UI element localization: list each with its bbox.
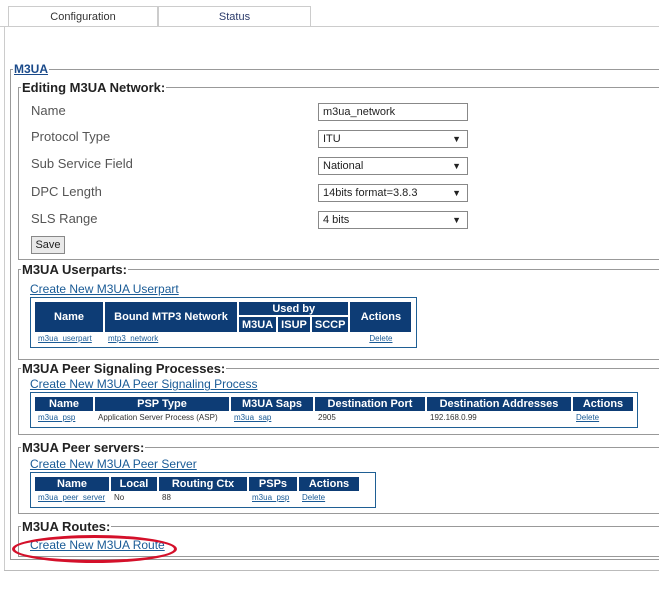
col-actions: Actions: [299, 477, 359, 491]
col-destination-addresses: Destination Addresses: [427, 397, 571, 411]
create-userpart-link[interactable]: Create New M3UA Userpart: [30, 282, 179, 296]
highlight-ellipse: [12, 535, 177, 563]
col-m3ua-saps: M3UA Saps: [231, 397, 313, 411]
protocol-type-label: Protocol Type: [31, 129, 111, 144]
delete-psp-link[interactable]: Delete: [576, 413, 599, 422]
sccp-cell: [312, 334, 349, 343]
chevron-down-icon: ▼: [452, 188, 461, 198]
table-row: m3ua_peer_server No 88 m3ua_psp Delete: [35, 493, 359, 502]
peer-processes-table: Name PSP Type M3UA Saps Destination Port…: [30, 392, 638, 428]
userparts-table: Name Bound MTP3 Network Used by Actions …: [30, 297, 417, 348]
sls-range-select[interactable]: 4 bits ▼: [318, 211, 468, 229]
m3ua-legend[interactable]: M3UA: [13, 62, 49, 76]
userparts-legend: M3UA Userparts:: [22, 262, 127, 277]
server-name-link[interactable]: m3ua_peer_server: [38, 493, 105, 502]
peer-processes-legend: M3UA Peer Signaling Processes:: [22, 361, 226, 376]
col-psp-type: PSP Type: [95, 397, 229, 411]
sls-range-value: 4 bits: [323, 214, 350, 226]
peer-servers-table: Name Local Routing Ctx PSPs Actions m3ua…: [30, 472, 376, 508]
tab-divider: [0, 26, 659, 27]
col-sccp: SCCP: [311, 317, 349, 332]
delete-userpart-link[interactable]: Delete: [369, 334, 392, 343]
sub-service-value: National: [323, 160, 364, 172]
create-peer-process-link[interactable]: Create New M3UA Peer Signaling Process: [30, 377, 257, 391]
chevron-down-icon: ▼: [452, 215, 461, 225]
col-psps: PSPs: [249, 477, 297, 491]
name-label: Name: [31, 103, 66, 118]
table-row: m3ua_userpart mtp3_network Delete: [35, 334, 411, 343]
col-local: Local: [111, 477, 157, 491]
dpc-length-select[interactable]: 14bits format=3.8.3 ▼: [318, 184, 468, 202]
dpc-length-label: DPC Length: [31, 184, 102, 199]
col-m3ua: M3UA: [239, 317, 277, 332]
col-actions: Actions: [350, 302, 412, 332]
dpc-length-value: 14bits format=3.8.3: [323, 187, 418, 199]
pane-border-bottom: [4, 570, 659, 571]
bound-network-link[interactable]: mtp3_network: [108, 334, 158, 343]
address-cell: 192.168.0.99: [430, 413, 477, 422]
protocol-type-value: ITU: [323, 133, 341, 145]
sls-range-label: SLS Range: [31, 211, 98, 226]
col-actions: Actions: [573, 397, 633, 411]
m3ua-cell: [239, 334, 276, 343]
name-input[interactable]: m3ua_network: [318, 103, 468, 121]
create-peer-server-link[interactable]: Create New M3UA Peer Server: [30, 457, 197, 471]
col-name: Name: [35, 397, 93, 411]
table-row: m3ua_psp Application Server Process (ASP…: [35, 413, 633, 422]
chevron-down-icon: ▼: [452, 134, 461, 144]
sub-service-select[interactable]: National ▼: [318, 157, 468, 175]
chevron-down-icon: ▼: [452, 161, 461, 171]
sub-service-label: Sub Service Field: [31, 156, 133, 171]
pane-border-left: [4, 27, 5, 571]
col-name: Name: [35, 477, 109, 491]
routes-legend: M3UA Routes:: [22, 519, 111, 534]
psp-name-link[interactable]: m3ua_psp: [38, 413, 75, 422]
col-bound-network: Bound MTP3 Network: [105, 302, 237, 332]
edit-network-legend: Editing M3UA Network:: [22, 80, 166, 95]
col-used-by: Used by: [239, 302, 349, 316]
tab-status[interactable]: Status: [158, 6, 311, 27]
col-name: Name: [35, 302, 103, 332]
local-cell: No: [114, 493, 125, 502]
routing-cell: 88: [162, 493, 171, 502]
sap-link[interactable]: m3ua_sap: [234, 413, 271, 422]
tab-configuration[interactable]: Configuration: [8, 6, 158, 27]
col-routing-ctx: Routing Ctx: [159, 477, 247, 491]
psp-type-cell: Application Server Process (ASP): [98, 413, 218, 422]
isup-cell: [278, 334, 310, 343]
peer-servers-legend: M3UA Peer servers:: [22, 440, 145, 455]
delete-server-link[interactable]: Delete: [302, 493, 325, 502]
col-isup: ISUP: [278, 317, 310, 332]
userpart-name-link[interactable]: m3ua_userpart: [38, 334, 92, 343]
col-destination-port: Destination Port: [315, 397, 425, 411]
protocol-type-select[interactable]: ITU ▼: [318, 130, 468, 148]
psps-link[interactable]: m3ua_psp: [252, 493, 289, 502]
port-cell: 2905: [318, 413, 336, 422]
save-button[interactable]: Save: [31, 236, 65, 254]
